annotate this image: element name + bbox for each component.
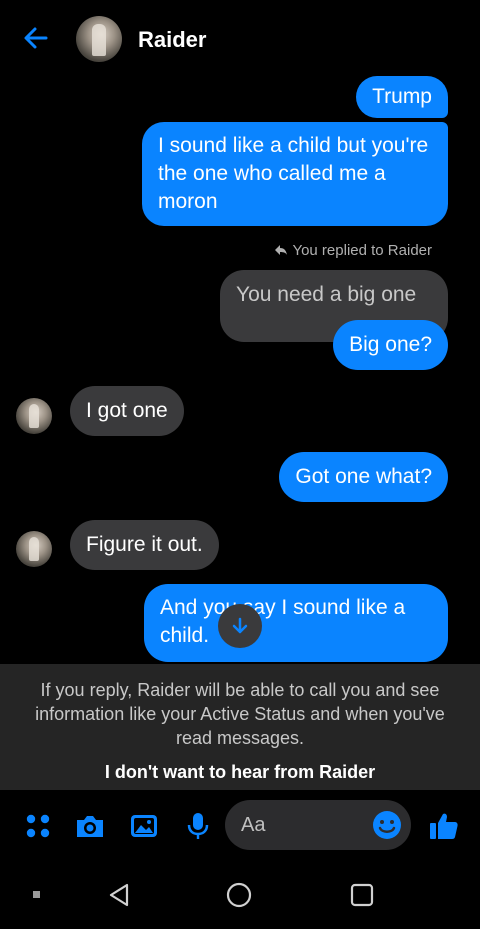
avatar[interactable] — [76, 16, 122, 62]
small-square-icon[interactable] — [22, 880, 52, 910]
incoming-message[interactable]: I got one — [70, 386, 184, 436]
thumbs-up-icon[interactable] — [428, 810, 460, 842]
outgoing-message[interactable]: I sound like a child but you're the one … — [142, 122, 448, 226]
home-circle-icon[interactable] — [224, 880, 254, 910]
outgoing-message[interactable]: Big one? — [333, 320, 448, 370]
microphone-icon[interactable] — [182, 810, 214, 842]
message-request-notice: If you reply, Raider will be able to cal… — [0, 664, 480, 790]
apps-icon[interactable] — [22, 810, 54, 842]
composer — [0, 790, 480, 860]
reply-note: You replied to Raider — [274, 242, 432, 259]
notice-text: If you reply, Raider will be able to cal… — [35, 680, 445, 748]
block-contact-button[interactable]: I don't want to hear from Raider — [0, 762, 480, 783]
avatar — [16, 531, 52, 567]
contact-name[interactable]: Raider — [138, 27, 206, 53]
arrow-left-icon[interactable] — [20, 22, 52, 54]
recents-square-icon[interactable] — [347, 880, 377, 910]
reply-icon — [275, 245, 288, 255]
chat-header: Raider — [0, 0, 480, 80]
camera-icon[interactable] — [74, 810, 106, 842]
scroll-down-button[interactable] — [218, 604, 262, 648]
reply-note-text: You replied to Raider — [292, 242, 432, 259]
back-triangle-icon[interactable] — [104, 880, 134, 910]
outgoing-message[interactable]: Got one what? — [279, 452, 448, 502]
message-input-field[interactable] — [225, 800, 411, 850]
incoming-message[interactable]: Figure it out. — [70, 520, 219, 570]
outgoing-message[interactable]: And you say I sound like a child. — [144, 584, 448, 662]
system-navigation-bar — [0, 860, 480, 929]
avatar — [16, 398, 52, 434]
emoji-icon[interactable] — [371, 809, 403, 841]
message-input[interactable] — [241, 811, 371, 839]
image-icon[interactable] — [128, 810, 160, 842]
outgoing-message[interactable]: Trump — [356, 76, 448, 118]
arrow-down-icon — [232, 617, 248, 634]
